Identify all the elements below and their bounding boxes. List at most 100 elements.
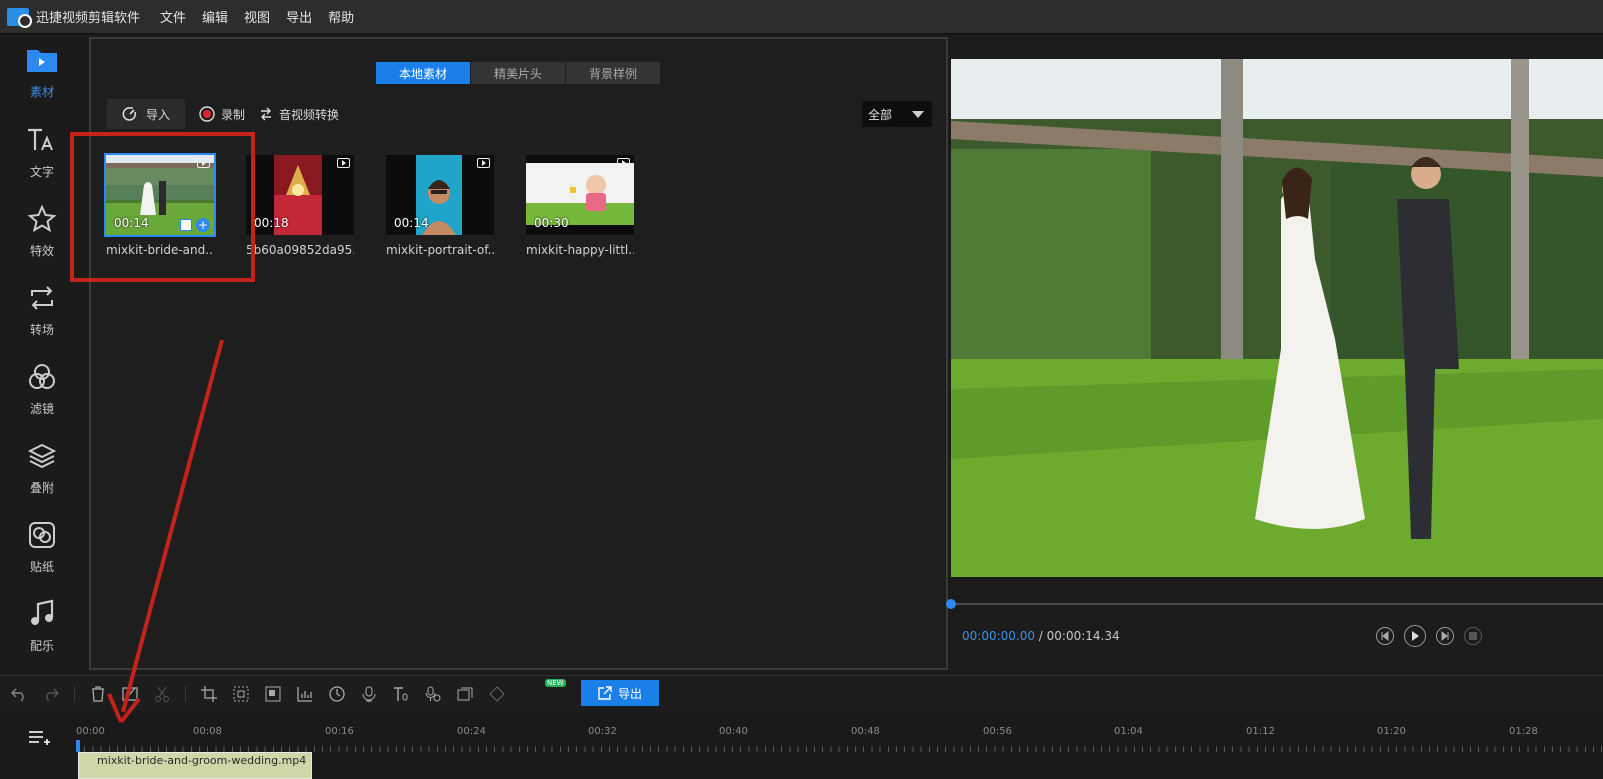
ruler-tick-label: 00:08	[193, 726, 222, 737]
sidebar-item-music[interactable]: 配乐	[0, 589, 84, 669]
new-badge: NEW	[545, 679, 566, 687]
menu-bar: 文件 编辑 视图 导出 帮助	[160, 7, 370, 26]
play-button[interactable]	[1404, 625, 1426, 647]
playback-controls	[1376, 625, 1492, 647]
export-label: 导出	[617, 686, 642, 701]
media-clip[interactable]: 00:14 mixkit-portrait-of...	[386, 155, 494, 257]
menu-export[interactable]: 导出	[286, 7, 312, 26]
sparkle-star-icon	[25, 202, 59, 236]
stop-button[interactable]	[1464, 627, 1482, 645]
timeline-clip-name: mixkit-bride-and-groom-wedding.mp4	[97, 754, 307, 767]
picture-in-picture-icon[interactable]	[264, 685, 282, 703]
step-back-button[interactable]	[1376, 627, 1394, 645]
export-button[interactable]: 导出	[581, 680, 659, 706]
sidebar-item-label: 特效	[29, 244, 54, 258]
crop-icon[interactable]	[200, 685, 218, 703]
sidebar-item-overlay[interactable]: 叠附	[0, 431, 84, 511]
ruler-tick-label: 00:32	[588, 726, 617, 737]
export-icon	[598, 686, 612, 700]
add-to-timeline-button[interactable]: +	[196, 218, 210, 232]
convert-label: 音视频转换	[279, 107, 340, 122]
toolbar-divider	[185, 685, 186, 702]
clip-duration: 00:30	[534, 216, 569, 230]
video-badge-icon	[197, 158, 210, 168]
video-badge-icon	[477, 158, 490, 168]
tab-backgrounds[interactable]: 背景样例	[566, 62, 660, 84]
timeline-clip[interactable]: mixkit-bride-and-groom-wedding.mp4	[78, 752, 312, 779]
media-clip[interactable]: 00:18 5b60a09852da95...	[246, 155, 354, 257]
layers-icon	[25, 439, 59, 473]
media-library-panel: 本地素材 精美片头 背景样例 导入 录制 音视频转换 全部 00:14 + mi…	[89, 37, 948, 670]
sidebar-item-label: 叠附	[29, 481, 54, 495]
sidebar: 素材 文字 特效 转场 滤镜 叠附 贴纸 配乐	[0, 35, 84, 675]
speed-clock-icon[interactable]	[328, 685, 346, 703]
app-logo-icon	[7, 7, 32, 28]
media-filter-select[interactable]: 全部	[862, 101, 932, 127]
timeline: 00:00 00:08 00:16 00:24 00:32 00:40 00:4…	[0, 712, 1603, 779]
tab-local-media[interactable]: 本地素材	[376, 62, 470, 84]
import-icon	[122, 106, 138, 122]
magic-tag-icon[interactable]	[488, 685, 506, 703]
clip-thumbnail: 00:18	[246, 155, 354, 235]
media-clip[interactable]: 00:14 + mixkit-bride-and...	[104, 153, 216, 257]
convert-button[interactable]: 音视频转换	[259, 106, 339, 123]
sidebar-item-label: 配乐	[29, 639, 54, 653]
sidebar-item-label: 素材	[29, 85, 54, 99]
time-separator: /	[1034, 629, 1047, 643]
clip-duration: 00:14	[114, 216, 149, 230]
mosaic-icon[interactable]	[232, 685, 250, 703]
ruler-tick-label: 00:56	[983, 726, 1012, 737]
clip-duration: 00:18	[254, 216, 289, 230]
text-to-speech-icon[interactable]	[392, 685, 410, 703]
menu-help[interactable]: 帮助	[328, 7, 354, 26]
swap-icon	[259, 107, 273, 121]
audio-chart-icon[interactable]	[296, 685, 314, 703]
media-toolbar: 导入 录制 音视频转换	[107, 99, 339, 129]
sidebar-item-label: 转场	[29, 323, 54, 337]
sidebar-item-transitions[interactable]: 转场	[0, 273, 84, 353]
tab-intros[interactable]: 精美片头	[471, 62, 565, 84]
import-button[interactable]: 导入	[107, 99, 185, 129]
split-icon[interactable]	[121, 685, 139, 703]
replace-icon[interactable]	[180, 219, 192, 231]
edit-toolbar: NEW 导出	[0, 675, 1603, 711]
transition-icon	[25, 281, 59, 315]
sidebar-item-filters[interactable]: 滤镜	[0, 352, 84, 432]
video-preview[interactable]	[951, 59, 1603, 577]
sidebar-item-effects[interactable]: 特效	[0, 194, 84, 274]
cut-icon[interactable]	[153, 685, 171, 703]
chevron-down-icon	[912, 111, 924, 118]
subtitle-icon[interactable]	[456, 685, 474, 703]
clip-name: mixkit-happy-littl...	[526, 243, 634, 257]
seek-handle[interactable]	[946, 599, 956, 609]
step-forward-button[interactable]	[1436, 627, 1454, 645]
record-button[interactable]: 录制	[199, 106, 245, 123]
filter-icon	[25, 360, 59, 394]
ruler-tick-label: 00:16	[325, 726, 354, 737]
ruler-tick-label: 00:48	[851, 726, 880, 737]
timeline-ruler[interactable]: 00:00 00:08 00:16 00:24 00:32 00:40 00:4…	[76, 726, 1603, 752]
clip-thumbnail: 00:14 +	[104, 153, 216, 237]
redo-icon[interactable]	[42, 685, 60, 703]
menu-view[interactable]: 视图	[244, 7, 270, 26]
sidebar-item-stickers[interactable]: 贴纸	[0, 510, 84, 590]
music-note-icon	[25, 597, 59, 631]
timeline-playhead[interactable]	[76, 740, 80, 752]
undo-icon[interactable]	[10, 685, 28, 703]
sticker-icon	[25, 518, 59, 552]
menu-edit[interactable]: 编辑	[202, 7, 228, 26]
menu-file[interactable]: 文件	[160, 7, 186, 26]
voice-change-icon[interactable]	[424, 685, 442, 703]
toolbar-divider	[74, 685, 75, 702]
delete-icon[interactable]	[89, 685, 107, 703]
preview-seek-bar[interactable]	[946, 599, 1603, 609]
record-icon	[199, 106, 215, 122]
add-track-icon[interactable]	[28, 730, 50, 749]
media-clip[interactable]: 00:30 mixkit-happy-littl...	[526, 155, 634, 257]
ruler-tick-label: 01:12	[1246, 726, 1275, 737]
text-icon	[25, 123, 59, 157]
sidebar-item-text[interactable]: 文字	[0, 115, 84, 195]
ruler-tick-label: 01:28	[1509, 726, 1538, 737]
microphone-icon[interactable]	[360, 685, 378, 703]
sidebar-item-media[interactable]: 素材	[0, 35, 84, 115]
